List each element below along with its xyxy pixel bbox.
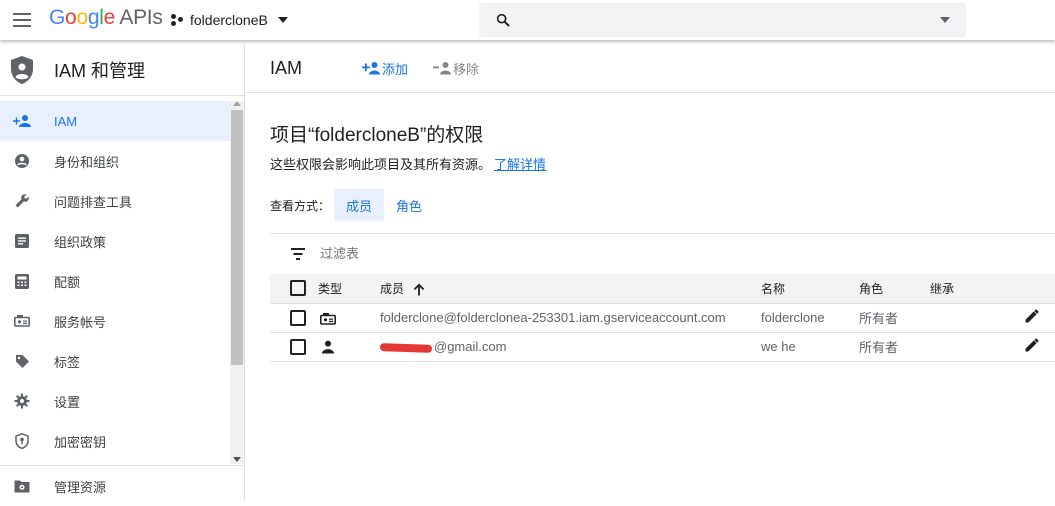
- member-name: folderclone: [761, 303, 859, 333]
- page-title: IAM: [270, 57, 303, 78]
- edit-pencil-icon[interactable]: [1025, 338, 1039, 352]
- sidebar: IAM 和管理 IAM 身份和组织 问题排查工具 组织政策 配额 服务帐号 标签…: [0, 44, 245, 500]
- top-app-bar: Google APIs foldercloneB: [0, 0, 1055, 40]
- search-dropdown-icon[interactable]: [940, 17, 950, 23]
- service-account-icon: [320, 312, 336, 325]
- row-checkbox[interactable]: [290, 309, 306, 326]
- column-role: 角色: [859, 274, 930, 304]
- folder-settings-icon: [12, 476, 32, 496]
- scroll-up-icon[interactable]: [233, 101, 241, 106]
- sidebar-item-troubleshooter[interactable]: 问题排查工具: [0, 181, 230, 221]
- action-bar: IAM 添加 移除: [246, 44, 1055, 93]
- column-inherit: 继承: [930, 274, 995, 304]
- gear-icon: [12, 391, 32, 411]
- permissions-heading: 项目“foldercloneB”的权限: [270, 125, 484, 146]
- sidebar-header: IAM 和管理: [0, 44, 244, 96]
- article-icon: [12, 231, 32, 251]
- service-account-icon: [12, 311, 32, 331]
- sidebar-item-service-accounts[interactable]: 服务帐号: [0, 301, 230, 341]
- sidebar-item-labels[interactable]: 标签: [0, 341, 230, 381]
- learn-more-link[interactable]: 了解详情: [494, 157, 546, 172]
- person-remove-icon: [433, 62, 452, 75]
- members-table: 类型 成员 名称 角色 继承 folderclone@folderclonea-…: [270, 274, 1055, 362]
- member-email: folderclone@folderclonea-253301.iam.gser…: [380, 303, 761, 333]
- permissions-description: 这些权限会影响此项目及其所有资源。 了解详情: [270, 157, 547, 172]
- view-by-label: 查看方式：: [270, 198, 331, 213]
- sidebar-nav: IAM 身份和组织 问题排查工具 组织政策 配额 服务帐号 标签 设置 加密密钥: [0, 101, 230, 461]
- main-content: IAM 添加 移除 项目“foldercloneB”的权限 这些权限会影响此项目…: [246, 44, 1055, 500]
- select-all-checkbox[interactable]: [290, 280, 306, 297]
- member-email: @gmail.com: [379, 332, 761, 362]
- sidebar-item-encryption-keys[interactable]: 加密密钥: [0, 421, 230, 461]
- remove-button[interactable]: 移除: [433, 59, 479, 78]
- chevron-down-icon: [277, 17, 288, 23]
- member-role: 所有者: [859, 303, 930, 333]
- person-icon: [322, 340, 334, 354]
- hamburger-menu-icon[interactable]: [10, 8, 34, 32]
- google-apis-logo[interactable]: Google APIs: [49, 6, 163, 30]
- filter-input[interactable]: [320, 246, 620, 261]
- row-checkbox[interactable]: [290, 338, 306, 355]
- member-name: we he: [761, 332, 859, 362]
- table-row: folderclone@folderclonea-253301.iam.gser…: [270, 303, 1055, 333]
- shield-key-icon: [12, 431, 32, 451]
- arrow-up-icon[interactable]: [413, 283, 425, 296]
- calculator-icon: [12, 271, 32, 291]
- edit-pencil-icon[interactable]: [1025, 309, 1039, 323]
- wrench-icon: [12, 191, 32, 211]
- search-icon: [496, 13, 510, 27]
- column-name: 名称: [761, 274, 859, 304]
- column-member[interactable]: 成员: [380, 274, 761, 304]
- filter-icon: [291, 247, 305, 260]
- member-role: 所有者: [859, 332, 930, 362]
- project-selector[interactable]: foldercloneB: [170, 9, 288, 31]
- redaction-mark: [379, 342, 433, 353]
- tab-roles[interactable]: 角色: [384, 189, 434, 221]
- sidebar-item-org-policies[interactable]: 组织政策: [0, 221, 230, 261]
- account-circle-icon: [12, 151, 32, 171]
- person-add-icon: [362, 62, 381, 75]
- column-type: 类型: [318, 274, 380, 304]
- sidebar-title: IAM 和管理: [54, 60, 146, 81]
- scrollbar-thumb[interactable]: [231, 110, 243, 365]
- add-button[interactable]: 添加: [362, 59, 408, 78]
- scroll-down-icon[interactable]: [233, 457, 241, 462]
- filter-bar: [270, 233, 1055, 273]
- member-inherit: [930, 303, 995, 333]
- sidebar-item-iam[interactable]: IAM: [0, 101, 230, 141]
- table-row: @gmail.com we he 所有者: [270, 332, 1055, 362]
- table-header-row: 类型 成员 名称 角色 继承: [270, 274, 1055, 304]
- sidebar-scrollbar[interactable]: [230, 101, 244, 464]
- sidebar-item-settings[interactable]: 设置: [0, 381, 230, 421]
- column-actions: [995, 274, 1055, 304]
- search-bar[interactable]: [479, 3, 966, 37]
- project-name: foldercloneB: [190, 12, 268, 28]
- sidebar-item-quotas[interactable]: 配额: [0, 261, 230, 301]
- search-input[interactable]: [525, 3, 940, 37]
- project-dots-icon: [170, 13, 184, 27]
- sidebar-item-manage-resources[interactable]: 管理资源: [0, 466, 245, 506]
- sidebar-item-identity[interactable]: 身份和组织: [0, 141, 230, 181]
- tag-icon: [12, 351, 32, 371]
- tab-members[interactable]: 成员: [334, 189, 385, 221]
- view-by-toggle: 查看方式： 成员 角色: [270, 189, 434, 221]
- person-add-icon: [12, 111, 32, 131]
- member-inherit: [930, 332, 995, 362]
- shield-icon: [11, 55, 33, 84]
